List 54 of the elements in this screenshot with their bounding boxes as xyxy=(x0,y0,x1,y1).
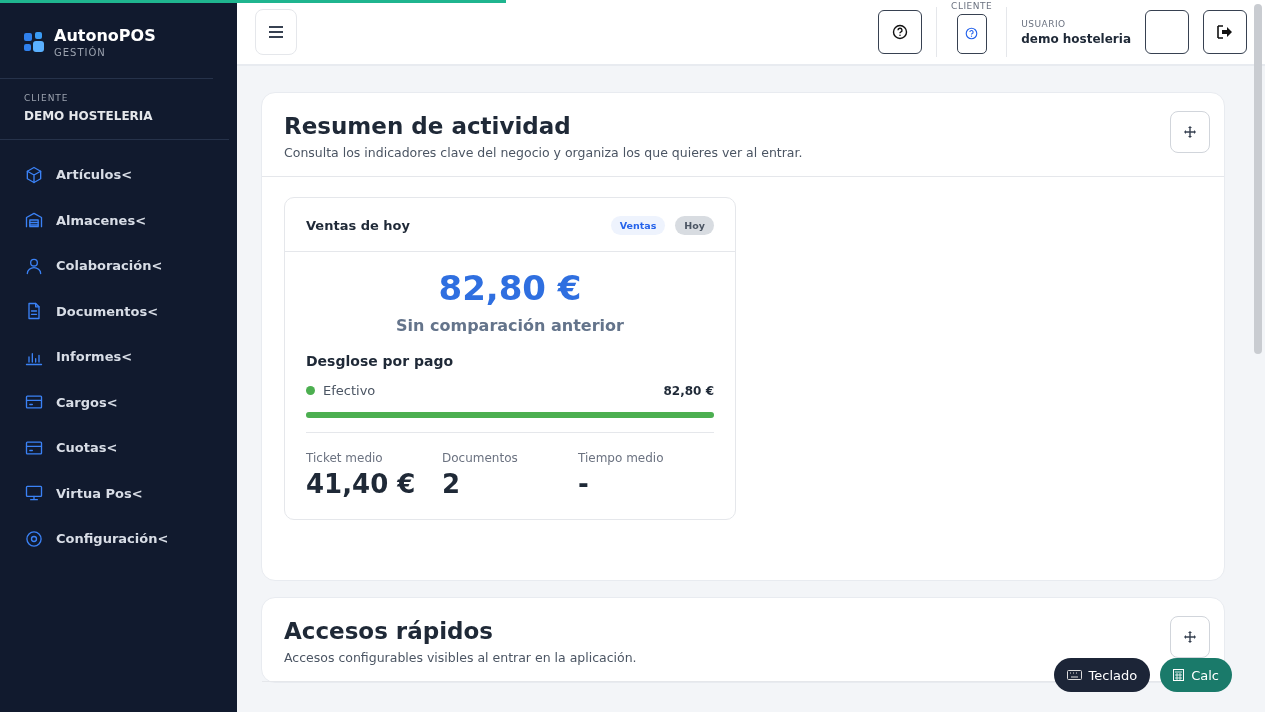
help-button[interactable] xyxy=(878,10,923,54)
sidebar-item[interactable]: Virtua Pos< xyxy=(0,470,237,516)
calculator-button[interactable]: Calc xyxy=(1160,658,1232,692)
blank-button[interactable] xyxy=(1145,10,1189,54)
sidebar-item[interactable]: Informes< xyxy=(0,334,237,380)
help-icon xyxy=(965,27,979,40)
logout-button[interactable] xyxy=(1203,10,1247,54)
stat-value: 41,40 € xyxy=(306,469,417,499)
section-title: Accesos rápidos xyxy=(284,618,495,644)
help-icon xyxy=(892,24,909,40)
section-title: Resumen de actividad xyxy=(284,113,572,139)
sales-amount: 82,80 € xyxy=(437,268,583,308)
tag: Hoy xyxy=(675,216,714,235)
stat-label: Tiempo medio xyxy=(578,451,665,465)
payment-amount: 82,80 € xyxy=(663,383,714,398)
move-icon xyxy=(1184,126,1196,138)
brand-subtitle: GESTIÓN xyxy=(54,47,107,58)
section-subtitle: Consulta los indicadores clave del negocio y organiza los que quieres ver al entrar. xyxy=(284,145,803,160)
calculator-icon xyxy=(1173,669,1185,681)
stat-label: Documentos xyxy=(442,451,519,465)
sidebar-item[interactable]: Configuración< xyxy=(0,516,237,562)
payment-name: Efectivo xyxy=(323,383,376,398)
comparison-text: Sin comparación anterior xyxy=(395,316,625,335)
breakdown-title: Desglose por pago xyxy=(306,353,455,369)
user-name: demo hosteleria xyxy=(1021,31,1131,46)
sidebar-item[interactable]: Documentos< xyxy=(0,288,237,334)
move-button[interactable] xyxy=(1170,616,1210,658)
keyboard-icon xyxy=(1066,670,1082,680)
user-label: USUARIO xyxy=(1021,18,1067,29)
client-help-button[interactable] xyxy=(956,13,987,54)
sidebar-item[interactable]: Colaboración< xyxy=(0,243,237,289)
client-label: CLIENTE xyxy=(24,93,70,103)
stat-value: 2 xyxy=(442,469,462,499)
sidebar-item[interactable]: Artículos< xyxy=(0,152,237,198)
stat-value: - xyxy=(578,469,590,499)
brand-name: AutonoPOS xyxy=(54,26,156,45)
move-icon xyxy=(1184,631,1196,643)
logout-icon xyxy=(1217,25,1233,39)
cube-icon xyxy=(24,164,44,185)
move-button[interactable] xyxy=(1170,111,1210,153)
menu-icon xyxy=(268,25,284,39)
sidebar-item[interactable]: Almacenes< xyxy=(0,197,237,243)
card-title: Ventas de hoy xyxy=(306,218,410,233)
section-subtitle: Accesos configurables visibles al entrar en la aplicación. xyxy=(284,650,637,665)
logo-icon xyxy=(24,32,44,52)
tag: Ventas xyxy=(610,216,666,235)
settings-icon xyxy=(24,528,44,549)
client-name: DEMO HOSTELERIA xyxy=(24,109,154,123)
sidebar-item[interactable]: Cargos< xyxy=(0,379,237,425)
stat-label: Ticket medio xyxy=(306,451,384,465)
keyboard-button[interactable]: Teclado xyxy=(1053,658,1151,692)
menu-button[interactable] xyxy=(255,9,297,55)
client-label: CLIENTE xyxy=(951,0,993,11)
sidebar-item[interactable]: Cuotas< xyxy=(0,425,237,471)
